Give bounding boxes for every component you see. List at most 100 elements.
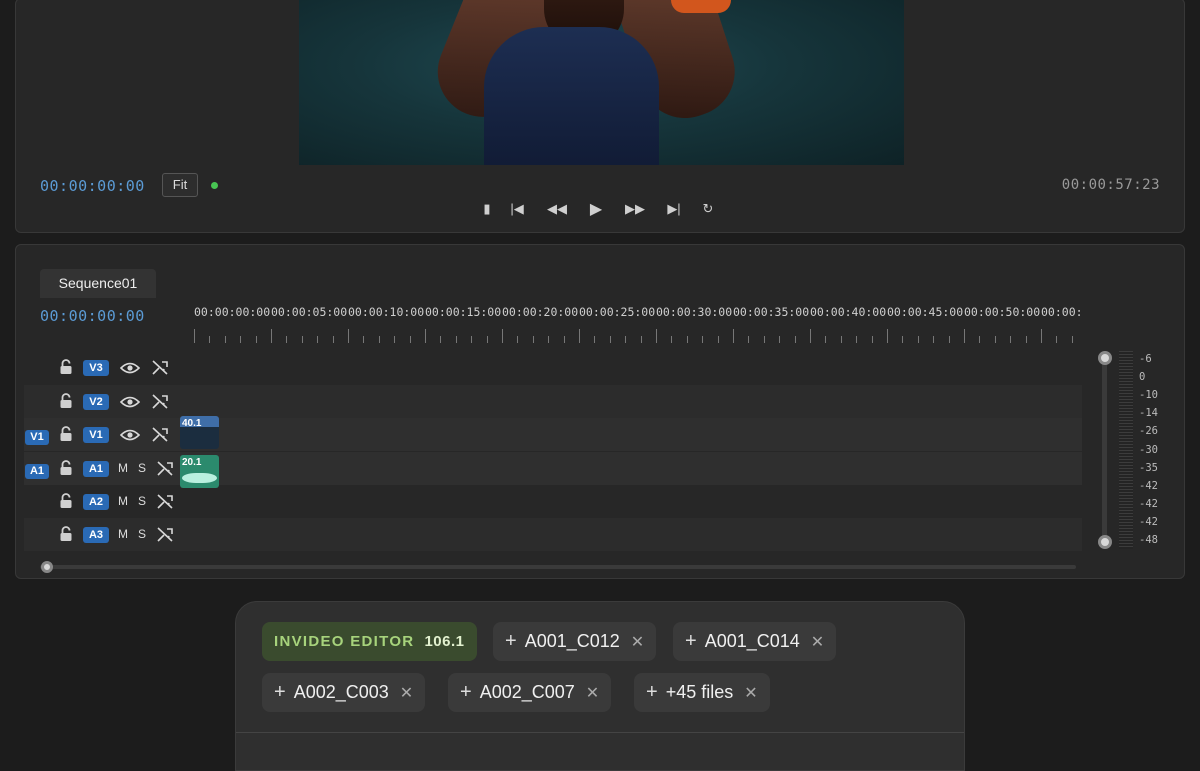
ruler-label: 00:00: (1041, 305, 1083, 319)
file-chip[interactable]: + A001_C014 ✕ (673, 622, 837, 661)
ruler-minor-tick (902, 336, 904, 343)
scroll-zoom-handle[interactable] (41, 561, 53, 573)
close-icon[interactable]: ✕ (631, 632, 644, 652)
fit-zoom-button[interactable]: Fit (162, 173, 198, 197)
fast-forward-icon[interactable]: ▶▶ (615, 201, 655, 217)
plus-icon[interactable]: + (274, 681, 286, 704)
audio-clip[interactable]: 20.1 (180, 455, 219, 488)
meter-db-label: -35 (1139, 461, 1158, 474)
brand-badge: INVIDEO EDITOR 106.1 (262, 622, 477, 661)
track-target-v2[interactable]: V2 (83, 394, 109, 410)
sync-lock-icon[interactable] (156, 526, 174, 543)
lock-icon[interactable] (59, 526, 73, 542)
track-content-area[interactable] (179, 518, 1082, 551)
track-target-a1[interactable]: A1 (83, 461, 109, 477)
video-figure-body (484, 27, 659, 165)
tab-sequence01[interactable]: Sequence01 (40, 269, 156, 298)
ruler-label: 00:00:25:00 (579, 305, 656, 319)
lock-icon[interactable] (59, 359, 73, 375)
ruler-major-tick (656, 329, 657, 343)
track-target-a2[interactable]: A2 (83, 494, 109, 510)
track-content-area[interactable] (179, 418, 1082, 451)
close-icon[interactable]: ✕ (744, 683, 757, 703)
plus-icon[interactable]: + (505, 630, 517, 653)
video-preview[interactable] (299, 0, 904, 165)
go-to-start-icon[interactable]: |◀ (497, 201, 537, 217)
ruler-minor-tick (933, 336, 935, 343)
lock-icon[interactable] (59, 460, 73, 476)
mute-button[interactable]: M (118, 494, 128, 508)
rewind-icon[interactable]: ◀◀ (537, 201, 577, 217)
mute-button[interactable]: M (118, 461, 128, 475)
sync-lock-icon[interactable] (156, 493, 174, 510)
volume-slider-bottom-handle[interactable] (1098, 535, 1112, 549)
plus-icon[interactable]: + (685, 630, 697, 653)
ruler-minor-tick (286, 336, 288, 343)
track-target-a3[interactable]: A3 (83, 527, 109, 543)
file-chip-label: A001_C012 (524, 631, 620, 651)
file-chip-label: A001_C014 (704, 631, 800, 651)
file-chip[interactable]: + A001_C012 ✕ (493, 622, 657, 661)
ruler-label: 00:00:05:00 (271, 305, 348, 319)
timeline-timecode[interactable]: 00:00:00:00 (40, 307, 145, 325)
source-patch-a1[interactable]: A1 (25, 464, 49, 479)
volume-slider-track[interactable] (1102, 358, 1107, 544)
go-to-end-icon[interactable]: ▶| (655, 201, 693, 217)
close-icon[interactable]: ✕ (811, 632, 824, 652)
ruler-major-tick (579, 329, 580, 343)
volume-slider-top-handle[interactable] (1098, 351, 1112, 365)
ruler-minor-tick (517, 336, 519, 343)
track-content-area[interactable] (179, 452, 1082, 485)
mark-in-icon[interactable]: ▮ (477, 201, 497, 217)
track-content-area[interactable] (179, 351, 1082, 384)
file-chip[interactable]: + A002_C007 ✕ (448, 673, 612, 712)
source-patch-v1[interactable]: V1 (25, 430, 49, 445)
track-content-area[interactable] (179, 485, 1082, 518)
ruler-minor-tick (1056, 336, 1058, 343)
video-clip[interactable]: 40.1 (180, 416, 219, 449)
ruler-minor-tick (409, 336, 411, 343)
track-v2: V2 (24, 385, 1082, 418)
file-chip-label: A002_C007 (479, 682, 575, 702)
ruler-minor-tick (948, 336, 950, 343)
solo-button[interactable]: S (138, 494, 146, 508)
file-chip[interactable]: + A002_C003 ✕ (262, 673, 426, 712)
timeline-horizontal-scrollbar[interactable] (40, 565, 1076, 569)
eye-icon[interactable] (119, 428, 141, 442)
playhead-timecode[interactable]: 00:00:00:00 (40, 177, 145, 195)
file-chip[interactable]: + +45 files ✕ (634, 673, 770, 712)
close-icon[interactable]: ✕ (400, 683, 413, 703)
lock-icon[interactable] (59, 493, 73, 509)
eye-icon[interactable] (119, 361, 141, 375)
track-content-area[interactable] (179, 385, 1082, 418)
track-a2: A2 M S (24, 485, 1082, 518)
eye-icon[interactable] (119, 395, 141, 409)
brand-name: INVIDEO EDITOR (274, 633, 415, 650)
plus-icon[interactable]: + (646, 681, 658, 704)
track-target-v3[interactable]: V3 (83, 360, 109, 376)
lock-icon[interactable] (59, 426, 73, 442)
track-target-v1[interactable]: V1 (83, 427, 109, 443)
ruler-minor-tick (1025, 336, 1027, 343)
ruler-minor-tick (471, 336, 473, 343)
lock-icon[interactable] (59, 393, 73, 409)
plus-icon[interactable]: + (460, 681, 472, 704)
ruler-label: 00:00:50:00 (964, 305, 1041, 319)
solo-button[interactable]: S (138, 527, 146, 541)
ruler-minor-tick (594, 336, 596, 343)
ruler-minor-tick (794, 336, 796, 343)
solo-button[interactable]: S (138, 461, 146, 475)
sync-lock-icon[interactable] (156, 460, 174, 477)
sync-lock-icon[interactable] (151, 426, 169, 443)
loop-icon[interactable]: ↻ (693, 201, 723, 217)
sync-lock-icon[interactable] (151, 359, 169, 376)
time-ruler[interactable]: 00:00:00:00 00:00:05:00 00:00:10:00 00:00:1… (194, 303, 1084, 343)
sync-lock-icon[interactable] (151, 393, 169, 410)
version-number: 106.1 (424, 633, 465, 650)
close-icon[interactable]: ✕ (586, 683, 599, 703)
meter-db-label: -42 (1139, 515, 1158, 528)
mute-button[interactable]: M (118, 527, 128, 541)
play-icon[interactable]: ▶ (577, 199, 615, 219)
ruler-minor-tick (363, 336, 365, 343)
ruler-minor-tick (625, 336, 627, 343)
